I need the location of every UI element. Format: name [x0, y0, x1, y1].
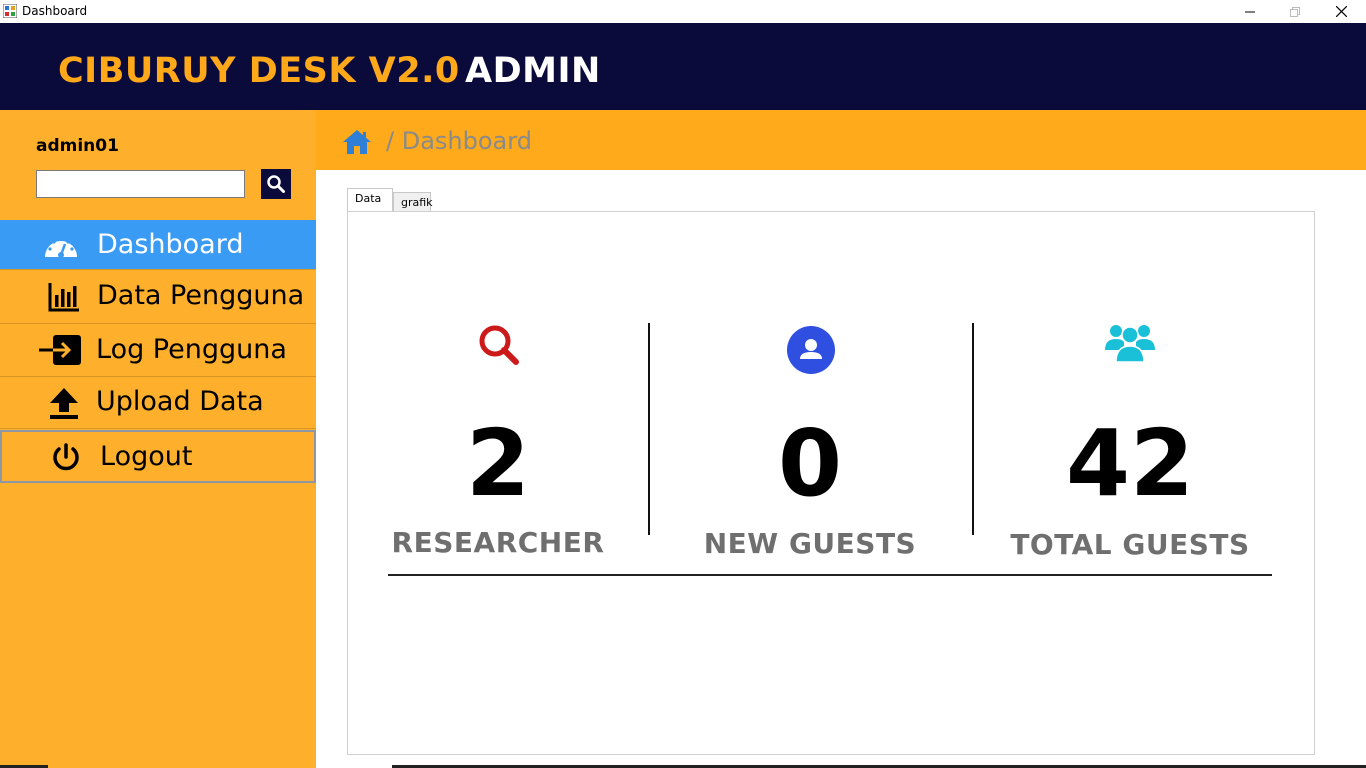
breadcrumb-separator: /	[386, 127, 395, 155]
breadcrumb: / Dashboard	[316, 110, 1366, 170]
search-button[interactable]	[261, 169, 291, 199]
stat-caption: RESEARCHER	[391, 526, 605, 559]
login-icon	[39, 334, 83, 366]
stat-divider	[972, 323, 974, 535]
search-input[interactable]	[36, 170, 245, 198]
sidebar-item-label: Upload Data	[96, 386, 264, 417]
power-icon	[50, 442, 82, 474]
minimize-button[interactable]	[1227, 0, 1273, 23]
stat-value: 42	[1065, 410, 1195, 517]
home-icon[interactable]	[342, 129, 372, 160]
search-icon	[267, 175, 285, 193]
speedometer-icon	[43, 231, 79, 259]
sidebar: admin01 Dashboard Data Pengguna Log Peng…	[0, 110, 316, 768]
tab-data[interactable]: Data	[347, 188, 393, 211]
stat-value: 0	[777, 410, 842, 517]
breadcrumb-current: / Dashboard	[386, 127, 532, 155]
breadcrumb-current-label: Dashboard	[401, 127, 532, 155]
sidebar-item-label: Log Pengguna	[96, 334, 287, 365]
minimize-icon	[1245, 11, 1255, 12]
stat-divider	[648, 323, 650, 535]
sidebar-item-upload-data[interactable]: Upload Data	[0, 377, 316, 429]
user-icon	[786, 325, 836, 375]
sidebar-item-label: Dashboard	[97, 229, 244, 260]
users-group-icon	[1104, 320, 1156, 364]
close-button[interactable]	[1318, 0, 1364, 23]
brand-title: CIBURUY DESK V2.0	[58, 51, 460, 91]
maximize-button[interactable]	[1272, 0, 1318, 23]
stats-underline	[388, 574, 1272, 576]
sidebar-item-label: Logout	[100, 441, 193, 472]
username-label: admin01	[36, 136, 119, 156]
sidebar-item-logout[interactable]: Logout	[0, 430, 316, 483]
restore-icon	[1290, 6, 1300, 17]
stat-caption: NEW GUESTS	[703, 527, 917, 560]
stat-value: 2	[465, 410, 530, 517]
app-icon	[3, 4, 17, 18]
sidebar-item-label: Data Pengguna	[97, 280, 305, 311]
role-label: ADMIN	[465, 51, 601, 91]
stat-caption: TOTAL GUESTS	[1010, 528, 1250, 561]
app-header: CIBURUY DESK V2.0 ADMIN	[0, 23, 1366, 110]
sidebar-item-dashboard[interactable]: Dashboard	[0, 220, 316, 270]
window-title: Dashboard	[22, 4, 88, 18]
bar-chart-icon	[47, 281, 81, 313]
sidebar-item-data-pengguna[interactable]: Data Pengguna	[0, 270, 316, 324]
tab-grafik[interactable]: grafik	[393, 192, 433, 212]
window-titlebar: Dashboard	[0, 0, 1366, 23]
close-icon	[1335, 6, 1347, 17]
sidebar-item-log-pengguna[interactable]: Log Pengguna	[0, 324, 316, 377]
search-icon	[476, 322, 522, 368]
upload-icon	[48, 386, 80, 420]
